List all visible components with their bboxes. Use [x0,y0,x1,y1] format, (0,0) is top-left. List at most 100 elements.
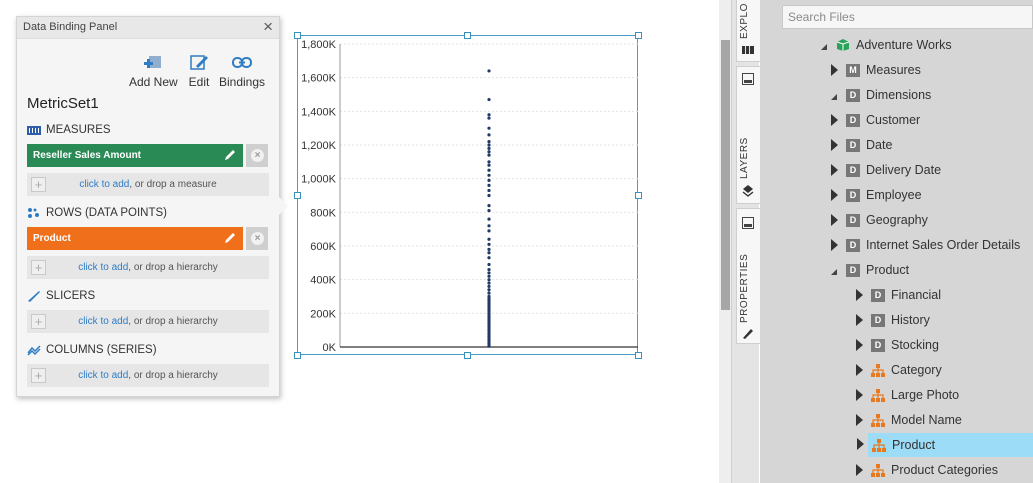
remove-icon: × [251,149,264,162]
tree-item[interactable]: D History [853,308,1033,332]
columns-click-to-add-link[interactable]: click to add [78,370,128,381]
remove-row-button[interactable]: × [245,227,268,250]
collapse-arrow-icon[interactable] [831,239,838,251]
columns-heading: COLUMNS (SERIES) [27,344,157,356]
tree-item[interactable]: D Financial [853,283,1033,307]
tab-layers-label: LAYERS [739,137,750,179]
expand-arrow-icon[interactable] [831,94,837,100]
tree-item-label: Employee [866,188,922,202]
collapse-arrow-icon[interactable] [831,64,838,76]
tree-item[interactable]: Adventure Works [818,33,1033,57]
edit-button[interactable]: Edit [188,53,210,89]
data-point [487,143,491,147]
measure-field-reseller-sales-amount[interactable]: Reseller Sales Amount [27,144,243,167]
tree-item-label: Product Categories [891,463,999,477]
measures-click-to-add-link[interactable]: click to add [79,179,129,190]
pencil-icon[interactable] [223,148,237,162]
tree-item[interactable]: D Customer [828,108,1033,132]
measures-folder-icon: M [846,63,860,77]
data-point [487,267,491,272]
plus-icon[interactable]: + [31,314,46,329]
bindings-button[interactable]: Bindings [219,53,265,89]
tree-item-label: Measures [866,63,921,77]
remove-icon: × [251,232,264,245]
collapse-arrow-icon[interactable] [856,289,863,301]
data-point [487,163,491,167]
collapse-arrow-icon[interactable] [831,114,838,126]
slicers-click-to-add-link[interactable]: click to add [78,316,128,327]
tree-item[interactable]: D Internet Sales Order Details [828,233,1033,257]
tree-item[interactable]: D Stocking [853,333,1033,357]
expand-arrow-icon[interactable] [821,44,827,50]
data-point [487,271,491,275]
search-files-input[interactable]: Search Files [782,5,1033,29]
dimension-icon: D [846,213,860,227]
collapse-arrow-icon[interactable] [831,139,838,151]
y-tick-label: 1,000K [301,174,337,186]
rows-drop-hint: , or drop a hierarchy [128,262,218,273]
add-new-button[interactable]: Add New [129,53,178,89]
tree-item[interactable]: D Employee [828,183,1033,207]
collapse-arrow-icon[interactable] [856,364,863,376]
collapse-arrow-icon[interactable] [856,464,863,476]
tree-item[interactable]: Product Categories [853,458,1033,482]
tree-item-label: Model Name [891,413,962,427]
data-point [487,69,491,73]
tree-item[interactable]: D Dimensions [828,83,1033,107]
expand-arrow-icon[interactable] [831,269,837,275]
tree-item[interactable]: D Delivery Date [828,158,1033,182]
pencil-icon[interactable] [223,231,237,245]
y-tick-label: 0K [323,342,337,354]
remove-measure-button[interactable]: × [245,144,268,167]
collapse-arrow-icon[interactable] [831,214,838,226]
hierarchy-icon [871,388,885,402]
data-point [487,97,491,102]
add-new-label: Add New [129,75,178,89]
rows-click-to-add-link[interactable]: click to add [78,262,128,273]
collapse-arrow-icon[interactable] [856,389,863,401]
tree-item-label: Dimensions [866,88,932,102]
tree-item[interactable]: Category [853,358,1033,382]
splitter-thumb[interactable] [721,40,730,310]
tree-item[interactable]: M Measures [828,58,1033,82]
measures-dropzone[interactable]: + click to add, or drop a measure [27,173,269,196]
tree-item-label: Large Photo [891,388,960,402]
rows-dropzone[interactable]: + click to add, or drop a hierarchy [27,256,269,279]
rows-icon [28,208,39,218]
collapse-arrow-icon[interactable] [856,314,863,326]
rows-field-product[interactable]: Product [27,227,243,250]
data-point [487,133,491,137]
scatter-chart[interactable]: 0K 200K 400K 600K 800K 1,000K 1,200K 1,400K 1,60… [297,35,638,355]
measures-drop-hint: , or drop a measure [129,179,217,190]
tree-item[interactable]: D Product [828,258,1033,282]
data-point [487,146,491,150]
tab-explore[interactable]: EXPLO [736,0,760,62]
columns-dropzone[interactable]: + click to add, or drop a hierarchy [27,364,269,387]
tree-item-label: Geography [866,213,928,227]
data-point [487,224,491,228]
plus-icon[interactable]: + [31,260,46,275]
plus-icon[interactable]: + [31,368,46,383]
collapse-arrow-icon[interactable] [831,164,838,176]
close-icon[interactable]: × [263,18,273,36]
metricset-name: MetricSet1 [27,95,99,112]
tree-item[interactable]: Large Photo [853,383,1033,407]
measure-field-label: Reseller Sales Amount [33,150,142,161]
collapse-arrow-icon[interactable] [857,437,864,450]
columns-icon [27,345,41,356]
y-tick-label: 800K [310,207,336,219]
tree-item[interactable]: Model Name [853,408,1033,432]
tree-item[interactable]: D Date [828,133,1033,157]
tree-item[interactable]: D Geography [828,208,1033,232]
data-binding-panel: Data Binding Panel × Add New Edit Bindin… [16,16,280,397]
tab-layers[interactable]: LAYERS [736,66,760,204]
plus-icon[interactable]: + [31,177,46,192]
slicers-dropzone[interactable]: + click to add, or drop a hierarchy [27,310,269,333]
tab-properties[interactable]: PROPERTIES [736,208,760,344]
dimension-icon: D [871,288,885,302]
data-point [487,116,491,120]
collapse-arrow-icon[interactable] [856,339,863,351]
collapse-arrow-icon[interactable] [856,414,863,426]
collapse-arrow-icon[interactable] [831,189,838,201]
tree-item[interactable]: Product [857,433,1033,457]
